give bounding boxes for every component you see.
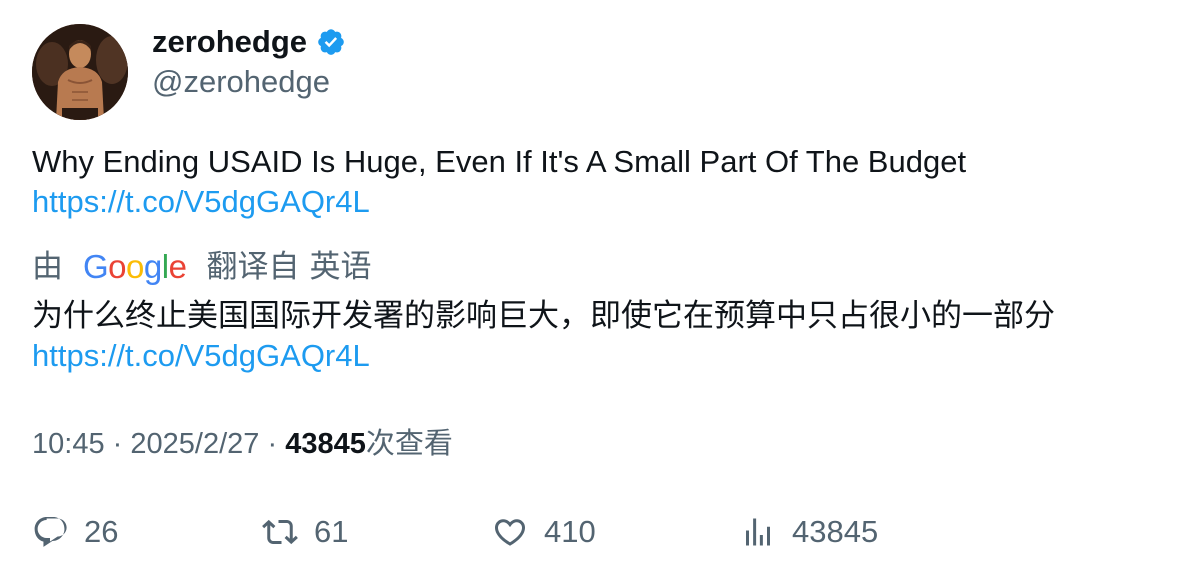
reply-button[interactable]: 26 bbox=[32, 510, 118, 554]
translated-link[interactable]: https://t.co/V5dgGAQr4L bbox=[32, 336, 1055, 376]
heart-icon bbox=[494, 519, 526, 546]
avatar-image bbox=[32, 24, 128, 120]
translation-prefix: 由 bbox=[32, 249, 63, 284]
meta-separator: · bbox=[267, 428, 278, 460]
tweet-date[interactable]: 2025/2/27 bbox=[130, 428, 259, 460]
view-count: 43845 bbox=[285, 428, 366, 460]
tweet-link[interactable]: https://t.co/V5dgGAQr4L bbox=[32, 182, 966, 222]
analytics-bar-icon bbox=[746, 518, 770, 546]
like-count: 410 bbox=[544, 514, 596, 549]
translated-body: 为什么终止美国国际开发署的影响巨大，即使它在预算中只占很小的一部分 https:… bbox=[32, 296, 1055, 376]
reply-count: 26 bbox=[84, 514, 119, 549]
retweet-icon bbox=[262, 519, 298, 545]
translated-text: 为什么终止美国国际开发署的影响巨大，即使它在预算中只占很小的一部分 bbox=[32, 298, 1055, 333]
tweet-text: Why Ending USAID Is Huge, Even If It's A… bbox=[32, 144, 967, 179]
verified-badge-icon[interactable] bbox=[316, 27, 346, 57]
tweet-time[interactable]: 10:45 bbox=[32, 428, 105, 460]
action-bar: 26 61 410 43845 bbox=[32, 510, 1182, 554]
retweet-button[interactable]: 61 bbox=[262, 510, 348, 554]
display-name-text: zerohedge bbox=[152, 24, 308, 59]
google-logo: Google bbox=[83, 248, 187, 285]
retweet-count: 61 bbox=[314, 514, 349, 549]
author-handle[interactable]: @zerohedge bbox=[152, 62, 330, 102]
tweet-card: zerohedge @zerohedge Why Ending USAID Is… bbox=[0, 0, 1196, 578]
tweet-body: Why Ending USAID Is Huge, Even If It's A… bbox=[32, 142, 966, 222]
view-count-label: 次查看 bbox=[365, 428, 453, 460]
views-count: 43845 bbox=[792, 514, 879, 549]
avatar[interactable] bbox=[32, 24, 128, 120]
reply-icon bbox=[34, 517, 67, 547]
translation-source-language: 英语 bbox=[309, 249, 372, 284]
tweet-metadata: 10:45 · 2025/2/27 · 43845次查看 bbox=[32, 424, 453, 464]
like-button[interactable]: 410 bbox=[492, 510, 596, 554]
translation-attribution: 由 Google 翻译自 英语 bbox=[32, 247, 371, 287]
translation-source-label: 翻译自 bbox=[206, 249, 300, 284]
author-display-name[interactable]: zerohedge bbox=[152, 22, 346, 62]
meta-separator: · bbox=[112, 428, 123, 460]
views-button[interactable]: 43845 bbox=[740, 510, 878, 554]
